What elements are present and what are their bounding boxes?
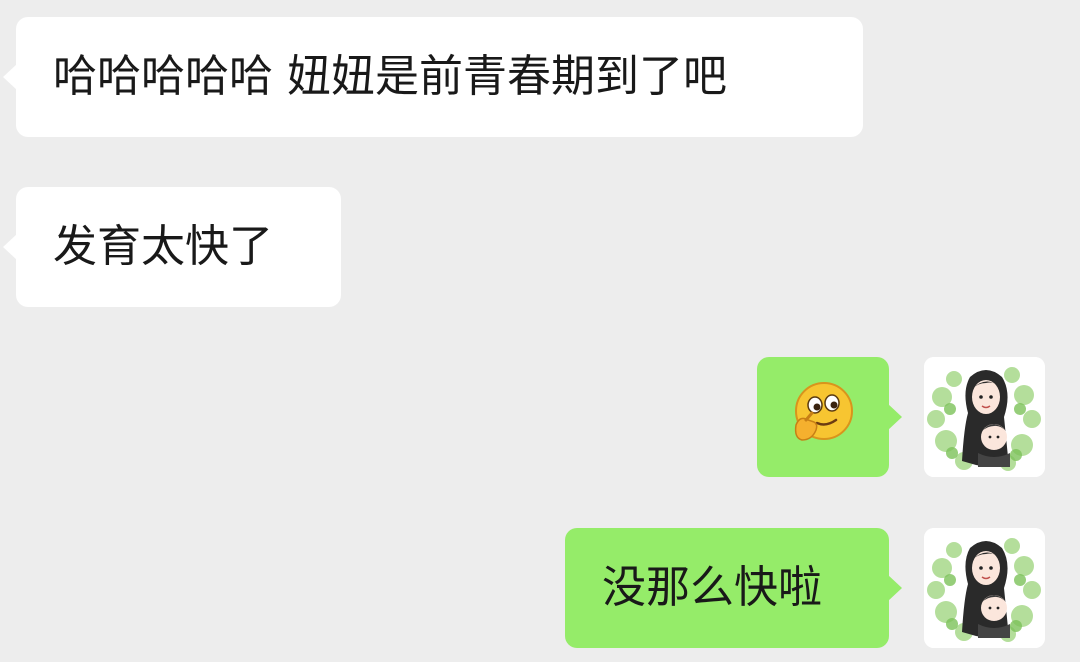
received-message-bubble[interactable]: 发育太快了 xyxy=(3,187,341,307)
user-avatar[interactable] xyxy=(924,357,1045,477)
mother-and-child-avatar-icon xyxy=(924,528,1045,648)
user-avatar[interactable] xyxy=(924,528,1045,648)
message-text: 发育太快了 xyxy=(53,221,273,272)
message-text: 没那么快啦 xyxy=(602,562,822,613)
received-message-bubble[interactable]: 哈哈哈哈哈 妞妞是前青春期到了吧 xyxy=(3,17,863,137)
message-text: 哈哈哈哈哈 妞妞是前青春期到了吧 xyxy=(53,51,727,102)
mother-and-child-avatar-icon xyxy=(924,357,1045,477)
sent-message-bubble[interactable]: 没那么快啦 xyxy=(565,528,902,648)
sent-emoji-message-bubble[interactable] xyxy=(757,357,902,477)
thinking-face-emoji-icon xyxy=(790,380,856,454)
